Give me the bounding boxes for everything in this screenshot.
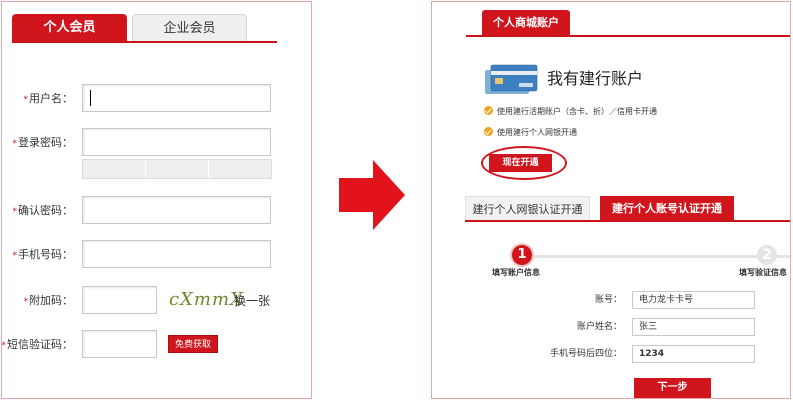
- phone-last-four-row: 手机号码后四位： 1234: [432, 345, 790, 363]
- tab-divider: [466, 35, 790, 37]
- sms-code-label-text: 短信验证码：: [7, 338, 73, 351]
- phone-input[interactable]: [82, 240, 271, 268]
- password-row: *登录密码：: [2, 128, 313, 158]
- bullet-item: 使用建行个人网银开通: [484, 126, 577, 140]
- tab-personal-mall-account[interactable]: 个人商城账户: [482, 10, 570, 36]
- section-title: 我有建行账户: [547, 69, 644, 88]
- password-label-text: 登录密码：: [18, 136, 73, 149]
- get-sms-code-button[interactable]: 免费获取: [168, 335, 218, 353]
- phone-last-four-label: 手机号码后四位：: [549, 349, 622, 359]
- step-1-label: 填写账户信息: [492, 268, 540, 277]
- phone-row: *手机号码：: [2, 240, 313, 270]
- bank-card-icon: [485, 64, 538, 94]
- username-row: *用户名：: [2, 84, 313, 114]
- extra-code-row: *附加码： cXmmX 换一张: [2, 286, 313, 316]
- tab-personal-member[interactable]: 个人会员: [12, 14, 127, 41]
- username-input[interactable]: [82, 84, 271, 112]
- bullet-item: 使用建行活期账户（含卡、折）／信用卡开通: [484, 105, 657, 119]
- account-number-row: 账号： 电力龙卡卡号: [432, 291, 790, 309]
- confirm-password-input[interactable]: [82, 196, 271, 224]
- captcha-image[interactable]: cXmmX: [169, 289, 244, 310]
- account-number-label: 账号：: [594, 295, 622, 305]
- required-mark: *: [12, 251, 18, 261]
- check-icon: [484, 106, 493, 115]
- strength-segment-medium: [146, 160, 209, 178]
- password-label: *登录密码：: [13, 128, 74, 158]
- confirm-password-row: *确认密码：: [2, 196, 313, 226]
- password-strength-meter: [82, 159, 272, 179]
- text-cursor: [90, 90, 91, 106]
- next-step-button[interactable]: 下一步: [634, 378, 711, 398]
- registration-panel: 个人会员 企业会员 *用户名： *登录密码： *确认密码： *手机号码： *附加…: [1, 1, 312, 399]
- phone-label: *手机号码：: [13, 240, 74, 270]
- step-1-indicator: 1: [512, 245, 532, 265]
- arrow-right-icon: [339, 160, 405, 230]
- account-number-input[interactable]: 电力龙卡卡号: [632, 291, 755, 309]
- step-2-indicator: 2: [757, 245, 777, 265]
- extra-code-input[interactable]: [82, 286, 157, 314]
- member-type-tabs: 个人会员 企业会员: [12, 14, 277, 42]
- tab-enterprise-member[interactable]: 企业会员: [132, 14, 247, 41]
- required-mark: *: [12, 139, 18, 149]
- tab-divider: [12, 41, 277, 43]
- phone-last-four-input[interactable]: 1234: [632, 345, 755, 363]
- sms-code-input[interactable]: [82, 330, 157, 358]
- step-progress-track: [512, 255, 790, 258]
- refresh-captcha-link[interactable]: 换一张: [234, 286, 270, 316]
- required-mark: *: [23, 95, 29, 105]
- username-label: *用户名：: [24, 84, 74, 114]
- extra-code-label-text: 附加码：: [29, 294, 73, 307]
- required-mark: *: [12, 207, 18, 217]
- account-name-input[interactable]: 张三: [632, 318, 755, 336]
- account-name-row: 账户姓名： 张三: [432, 318, 790, 336]
- tab-online-banking-auth[interactable]: 建行个人网银认证开通: [465, 196, 590, 221]
- bullet-text: 使用建行个人网银开通: [497, 128, 577, 137]
- highlight-ellipse: [481, 146, 567, 180]
- required-mark: *: [1, 341, 7, 351]
- phone-label-text: 手机号码：: [18, 248, 73, 261]
- ccb-account-panel: 个人商城账户 我有建行账户 使用建行活期账户（含卡、折）／信用卡开通 使用建行个…: [431, 1, 791, 399]
- check-icon: [484, 127, 493, 136]
- username-label-text: 用户名：: [29, 92, 73, 105]
- strength-segment-weak: [83, 160, 146, 178]
- step-2-label: 填写验证信息: [739, 268, 787, 277]
- confirm-password-label: *确认密码：: [13, 196, 74, 226]
- confirm-password-label-text: 确认密码：: [18, 204, 73, 217]
- bullet-text: 使用建行活期账户（含卡、折）／信用卡开通: [497, 107, 657, 116]
- password-input[interactable]: [82, 128, 271, 156]
- strength-segment-strong: [209, 160, 271, 178]
- required-mark: *: [23, 297, 29, 307]
- extra-code-label: *附加码：: [24, 286, 74, 316]
- tab-divider: [465, 220, 790, 222]
- account-name-label: 账户姓名：: [576, 322, 622, 332]
- sms-code-row: *短信验证码： 免费获取: [2, 330, 313, 360]
- tab-account-number-auth[interactable]: 建行个人账号认证开通: [600, 196, 734, 221]
- sms-code-label: *短信验证码：: [2, 330, 74, 360]
